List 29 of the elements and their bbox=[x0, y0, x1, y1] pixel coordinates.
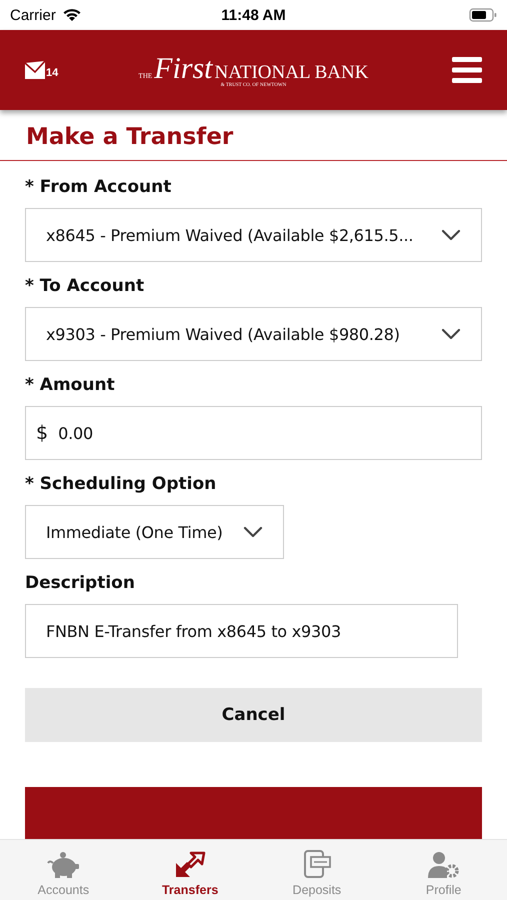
wifi-icon bbox=[62, 8, 82, 22]
piggy-bank-icon bbox=[46, 851, 80, 879]
carrier-name: Carrier bbox=[10, 6, 56, 24]
dropdown[interactable]: x9303 - Premium Waived (Available $980.28) bbox=[25, 307, 482, 361]
field-label: * Scheduling Option bbox=[25, 474, 218, 494]
mobile-check-icon bbox=[302, 849, 332, 879]
input-field[interactable]: $ 0.00 bbox=[25, 406, 482, 460]
field-label: Description bbox=[25, 573, 136, 593]
cancel-button[interactable]: Cancel bbox=[25, 688, 482, 742]
dropdown[interactable]: x8645 - Premium Waived (Available $2,615.5... bbox=[25, 208, 482, 262]
dropdown[interactable]: Immediate (One Time) bbox=[25, 505, 284, 559]
input-field[interactable]: FNBN E-Transfer from x8645 to x9303 bbox=[25, 604, 458, 658]
page-title: Make a Transfer bbox=[0, 110, 507, 161]
field-label: * From Account bbox=[25, 177, 172, 197]
field-label: * Amount bbox=[25, 375, 116, 395]
transfer-arrows-icon bbox=[174, 851, 206, 879]
message-count: 14 bbox=[46, 67, 58, 79]
menu-icon[interactable] bbox=[452, 57, 482, 83]
chevron-icon bbox=[441, 328, 461, 340]
logo-script: First bbox=[154, 52, 213, 86]
field-label: * To Account bbox=[25, 276, 146, 296]
logo-name: NATIONAL BANK bbox=[214, 62, 368, 83]
tab-item[interactable]: Transfers bbox=[126, 840, 254, 900]
battery-icon bbox=[469, 8, 497, 22]
status-time: 11:48 AM bbox=[220, 6, 287, 24]
user-settings-icon bbox=[428, 851, 460, 879]
chevron-icon bbox=[441, 229, 461, 241]
mail-icon[interactable] bbox=[25, 61, 45, 79]
chevron-icon bbox=[243, 526, 263, 538]
